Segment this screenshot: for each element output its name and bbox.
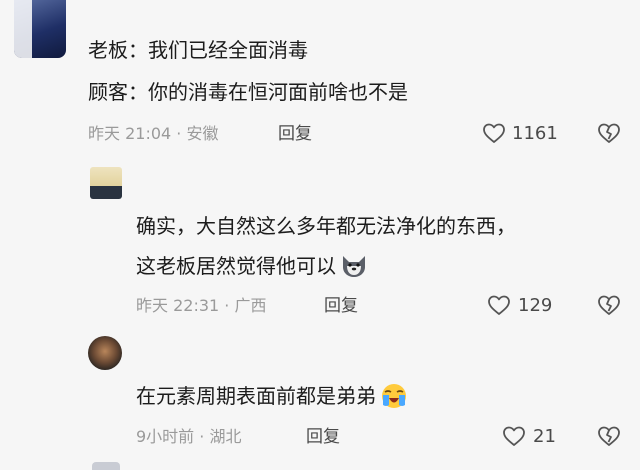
dislike-broken-heart-icon[interactable] (596, 293, 622, 317)
avatar[interactable] (14, 0, 66, 58)
comment-meta: 昨天 22:31 · 广西 (136, 296, 267, 315)
heart-icon[interactable] (482, 121, 506, 145)
heart-icon[interactable] (502, 424, 526, 448)
like-count: 1161 (512, 123, 558, 144)
heart-icon[interactable] (487, 293, 511, 317)
like-count: 129 (518, 295, 553, 316)
comment-meta: 9小时前 · 湖北 (136, 427, 242, 446)
avatar[interactable] (92, 462, 120, 470)
comment-text-line: 这老板居然觉得他可以 (136, 252, 368, 280)
comment-meta: 昨天 21:04 · 安徽 (88, 124, 219, 143)
dog-face-emoji-icon (343, 256, 365, 277)
comment-text-line: 在元素周期表面前都是弟弟 (136, 382, 408, 410)
loudly-crying-face-emoji-icon (382, 384, 406, 408)
comment-text-line: 老板：我们已经全面消毒 (88, 38, 308, 62)
dislike-broken-heart-icon[interactable] (596, 424, 622, 448)
like-count: 21 (533, 426, 556, 447)
reply-button[interactable]: 回复 (306, 427, 340, 447)
reply-button[interactable]: 回复 (278, 124, 312, 144)
comment-text-line: 顾客：你的消毒在恒河面前啥也不是 (88, 80, 408, 104)
reply-button[interactable]: 回复 (324, 296, 358, 316)
dislike-broken-heart-icon[interactable] (596, 121, 622, 145)
avatar[interactable] (90, 167, 122, 199)
avatar[interactable] (88, 336, 122, 370)
comment-text-line: 确实，大自然这么多年都无法净化的东西， (136, 214, 516, 238)
